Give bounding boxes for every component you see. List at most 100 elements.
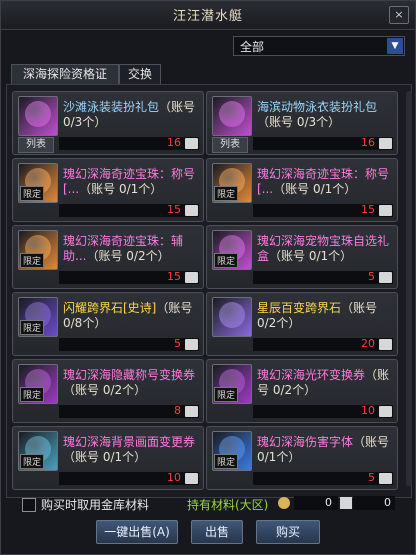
price-bar: 15 xyxy=(59,203,199,217)
item-price: 20 xyxy=(361,337,375,350)
list-button[interactable]: 列表 xyxy=(18,137,54,153)
item-price: 5 xyxy=(368,471,375,484)
account-limit: （账号 0/1个） xyxy=(63,450,147,464)
item-icon[interactable]: 限定 xyxy=(18,163,58,203)
item-name: 星辰百变跨界石（账号 0/2个） xyxy=(257,301,391,331)
account-limit: （账号 0/1个） xyxy=(79,182,163,196)
item-name-text: 沙滩泳装装扮礼包 xyxy=(63,100,160,114)
material-coin-icon xyxy=(278,497,290,509)
material-ticket-icon xyxy=(379,205,392,216)
shop-item-card[interactable]: 限定 瑰幻深海宠物宝珠自选礼盒（账号 0/1个） 5 xyxy=(206,225,398,289)
sell-all-button[interactable]: 一键出售(A) xyxy=(96,520,178,544)
limited-badge: 限定 xyxy=(214,387,239,402)
account-limit: （账号 0/1个） xyxy=(269,249,353,263)
held-material-value-2: 0 xyxy=(353,496,395,510)
item-name: 瑰幻深海伤害字体（账号 0/1个） xyxy=(257,435,391,465)
buy-button[interactable]: 购买 xyxy=(256,520,320,544)
item-name: 沙滩泳装装扮礼包（账号 0/3个） xyxy=(63,100,197,130)
item-name-text: 闪耀跨界石[史诗] xyxy=(63,301,157,315)
account-limit: （账号 0/2个） xyxy=(63,383,147,397)
item-name: 海滨动物泳衣装扮礼包（账号 0/3个） xyxy=(257,100,391,130)
item-name-text: 星辰百变跨界石 xyxy=(257,301,342,315)
shop-item-card[interactable]: 限定 瑰幻深海奇迹宝珠：称号[...（账号 0/1个） 15 xyxy=(206,158,398,222)
limited-badge: 限定 xyxy=(20,320,45,335)
material-ticket-icon xyxy=(379,339,392,350)
use-vault-checkbox[interactable] xyxy=(22,498,36,512)
account-limit: （账号 0/1个） xyxy=(273,182,357,196)
submarine-shop-window: 汪汪潜水艇 × 全部 ▼ 深海探险资格证 交换 列表 沙滩泳装装扮礼包（账号 0… xyxy=(0,0,416,555)
limited-badge: 限定 xyxy=(20,253,45,268)
material-ticket-icon xyxy=(185,205,198,216)
material-ticket-icon xyxy=(185,339,198,350)
shop-item-card[interactable]: 限定 瑰幻深海隐藏称号变换券（账号 0/2个） 8 xyxy=(12,359,204,423)
price-bar: 5 xyxy=(59,337,199,351)
held-material-value-1: 0 xyxy=(294,496,338,510)
material-ticket-icon xyxy=(379,138,392,149)
item-icon[interactable]: 限定 xyxy=(18,431,58,471)
price-bar: 15 xyxy=(59,270,199,284)
price-bar: 10 xyxy=(253,404,393,418)
limited-badge: 限定 xyxy=(214,454,239,469)
shop-item-card[interactable]: 限定 瑰幻深海奇迹宝珠：称号[...（账号 0/1个） 15 xyxy=(12,158,204,222)
list-button[interactable]: 列表 xyxy=(212,137,248,153)
price-bar: 8 xyxy=(59,404,199,418)
category-dropdown[interactable]: 全部 ▼ xyxy=(233,36,405,56)
item-name: 瑰幻深海奇迹宝珠：辅助...（账号 0/2个） xyxy=(63,234,197,264)
material-ticket-icon xyxy=(379,272,392,283)
dropdown-selected: 全部 xyxy=(240,40,265,54)
price-bar: 20 xyxy=(253,337,393,351)
limited-badge: 限定 xyxy=(20,387,45,402)
item-icon[interactable] xyxy=(212,297,252,337)
item-icon[interactable]: 限定 xyxy=(18,297,58,337)
item-icon[interactable]: 限定 xyxy=(212,364,252,404)
shop-item-card[interactable]: 限定 瑰幻深海光环变换券（账号 0/2个） 10 xyxy=(206,359,398,423)
tab-exchange[interactable]: 交换 xyxy=(119,64,161,85)
item-glyph-icon xyxy=(219,302,245,328)
material-ticket-icon xyxy=(379,406,392,417)
close-button[interactable]: × xyxy=(389,6,409,24)
item-icon[interactable]: 限定 xyxy=(18,364,58,404)
price-bar: 16 xyxy=(59,136,199,150)
item-glyph-icon xyxy=(219,101,245,127)
material-ticket-icon xyxy=(379,473,392,484)
item-icon[interactable] xyxy=(212,96,252,136)
item-name-text: 瑰幻深海背景画面变更券 xyxy=(63,435,196,449)
shop-item-card[interactable]: 限定 瑰幻深海奇迹宝珠：辅助...（账号 0/2个） 15 xyxy=(12,225,204,289)
limited-badge: 限定 xyxy=(214,186,239,201)
window-title: 汪汪潜水艇 xyxy=(172,9,243,24)
item-icon[interactable]: 限定 xyxy=(18,230,58,270)
shop-item-card[interactable]: 限定 瑰幻深海背景画面变更券（账号 0/1个） 10 xyxy=(12,426,204,490)
limited-badge: 限定 xyxy=(20,454,45,469)
limited-badge: 限定 xyxy=(214,253,239,268)
item-icon[interactable]: 限定 xyxy=(212,431,252,471)
use-vault-label: 购买时取用金库材料 xyxy=(41,498,150,512)
price-bar: 5 xyxy=(253,270,393,284)
item-name-text: 瑰幻深海隐藏称号变换券 xyxy=(63,368,196,382)
scrollbar[interactable] xyxy=(406,91,412,486)
shop-item-card[interactable]: 限定 瑰幻深海伤害字体（账号 0/1个） 5 xyxy=(206,426,398,490)
item-icon[interactable] xyxy=(18,96,58,136)
material-ticket-icon xyxy=(185,473,198,484)
shop-item-card[interactable]: 列表 海滨动物泳衣装扮礼包（账号 0/3个） 16 xyxy=(206,91,398,155)
account-limit: （账号 0/2个） xyxy=(86,249,170,263)
limited-badge: 限定 xyxy=(20,186,45,201)
item-icon[interactable]: 限定 xyxy=(212,230,252,270)
material-ticket-icon xyxy=(340,497,352,509)
item-name: 闪耀跨界石[史诗]（账号 0/8个） xyxy=(63,301,197,331)
item-icon[interactable]: 限定 xyxy=(212,163,252,203)
price-bar: 16 xyxy=(253,136,393,150)
tab-deepsea-license[interactable]: 深海探险资格证 xyxy=(11,64,119,85)
shop-item-card[interactable]: 列表 沙滩泳装装扮礼包（账号 0/3个） 16 xyxy=(12,91,204,155)
shop-item-card[interactable]: 星辰百变跨界石（账号 0/2个） 20 xyxy=(206,292,398,356)
item-name: 瑰幻深海隐藏称号变换券（账号 0/2个） xyxy=(63,368,197,398)
sell-button[interactable]: 出售 xyxy=(191,520,243,544)
price-bar: 5 xyxy=(253,471,393,485)
item-name: 瑰幻深海奇迹宝珠：称号[...（账号 0/1个） xyxy=(257,167,391,197)
item-price: 8 xyxy=(174,404,181,417)
item-price: 5 xyxy=(174,337,181,350)
chevron-down-icon[interactable]: ▼ xyxy=(387,38,403,54)
account-limit: （账号 0/3个） xyxy=(257,115,341,129)
footer: 购买时取用金库材料 持有材料(大区) 0 0 一键出售(A) 出售 购买 xyxy=(1,496,415,554)
item-name-text: 瑰幻深海伤害字体 xyxy=(257,435,354,449)
shop-item-card[interactable]: 限定 闪耀跨界石[史诗]（账号 0/8个） 5 xyxy=(12,292,204,356)
